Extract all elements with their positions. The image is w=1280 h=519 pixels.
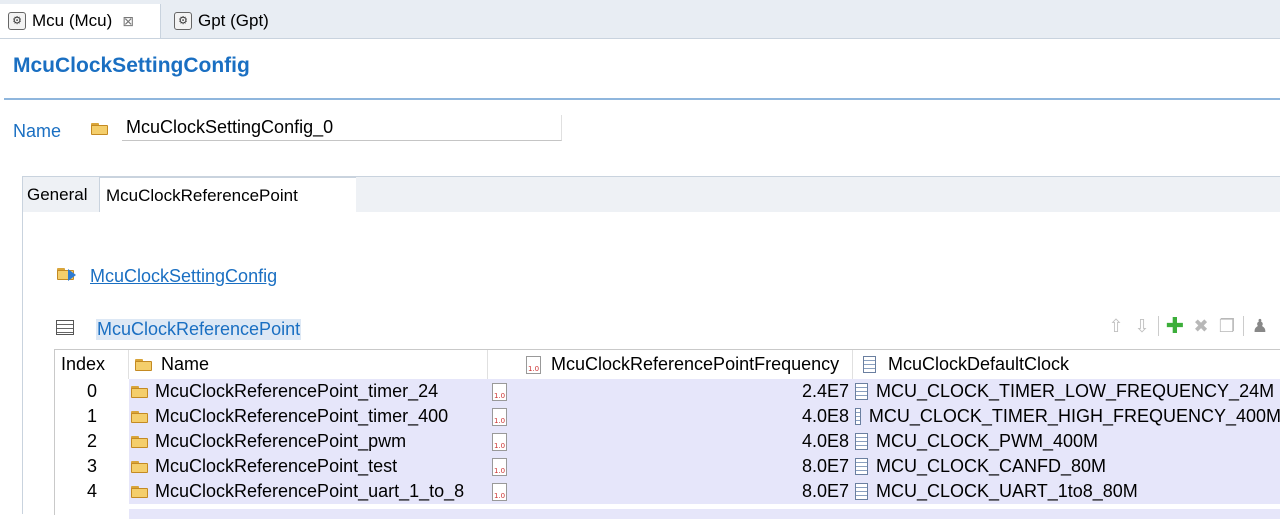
settings-icon: ⚙ (174, 12, 192, 30)
row-index: 0 (55, 379, 129, 404)
move-up-icon[interactable]: ⇧ (1106, 315, 1126, 337)
reference-point-table: Index Name McuClockReferencePointFrequen… (54, 349, 1280, 519)
row-frequency: 2.4E7 (801, 381, 849, 401)
toolbar-separator (1158, 316, 1159, 336)
table-row[interactable]: 0 McuClockReferencePoint_timer_24 2.4E7 … (55, 379, 1280, 404)
row-index: 4 (55, 479, 129, 504)
folder-icon (131, 410, 149, 423)
row-index: 1 (55, 404, 129, 429)
document-icon (855, 383, 868, 400)
name-field[interactable] (122, 115, 562, 141)
document-icon (855, 483, 868, 500)
row-name-cell: McuClockReferencePoint_timer_24 (129, 379, 488, 404)
column-header-index-label: Index (61, 354, 106, 374)
row-clock: MCU_CLOCK_TIMER_LOW_FREQUENCY_24M (876, 381, 1275, 401)
row-clock-cell[interactable]: MCU_CLOCK_UART_1to8_80M (853, 479, 1280, 504)
name-label: Name (13, 121, 62, 141)
move-down-icon[interactable]: ⇩ (1132, 315, 1152, 337)
editor-tab-bar: ⚙ Mcu (Mcu) ⊠ ⚙ Gpt (Gpt) (0, 0, 1280, 39)
folder-icon (91, 123, 109, 135)
copy-icon[interactable]: ❐ (1217, 315, 1237, 337)
row-name: McuClockReferencePoint_timer_400 (155, 406, 449, 426)
empty-row-area (129, 509, 1280, 519)
row-index: 3 (55, 454, 129, 479)
column-header-default-clock[interactable]: McuClockDefaultClock (853, 350, 1280, 379)
section-title: McuClockReferencePoint (96, 319, 302, 340)
user-add-icon[interactable]: ♟ (1250, 315, 1270, 337)
numeric-field-icon (492, 408, 507, 426)
row-clock-cell[interactable]: MCU_CLOCK_CANFD_80M (853, 454, 1280, 479)
row-frequency-cell[interactable]: 4.0E8 (488, 429, 853, 454)
numeric-field-icon (526, 355, 541, 374)
document-icon (855, 458, 868, 475)
table-row[interactable]: 3 McuClockReferencePoint_test 8.0E7 MCU_… (55, 454, 1280, 479)
navigate-arrow-icon (68, 269, 76, 281)
editor-tab-mcu[interactable]: ⚙ Mcu (Mcu) ⊠ (0, 4, 161, 38)
column-header-index[interactable]: Index (55, 350, 129, 379)
row-name: McuClockReferencePoint_pwm (155, 431, 407, 451)
row-index: 2 (55, 429, 129, 454)
column-header-name[interactable]: Name (129, 350, 488, 379)
folder-icon (131, 435, 149, 448)
row-name: McuClockReferencePoint_test (155, 456, 398, 476)
numeric-field-icon (492, 483, 507, 501)
row-frequency-cell[interactable]: 4.0E8 (488, 404, 853, 429)
row-clock: MCU_CLOCK_CANFD_80M (876, 456, 1107, 476)
parent-link[interactable]: McuClockSettingConfig (90, 266, 277, 287)
page-title: McuClockSettingConfig (13, 54, 250, 77)
toolbar-separator (1243, 316, 1244, 336)
row-frequency-cell[interactable]: 8.0E7 (488, 454, 853, 479)
row-clock: MCU_CLOCK_TIMER_HIGH_FREQUENCY_400M (868, 406, 1280, 426)
row-clock-cell[interactable]: MCU_CLOCK_TIMER_HIGH_FREQUENCY_400M (853, 404, 1280, 429)
row-name-cell: McuClockReferencePoint_pwm (129, 429, 488, 454)
folder-icon (131, 460, 149, 473)
document-icon (855, 408, 861, 425)
editor-tab-mcu-label: Mcu (Mcu) (32, 11, 113, 30)
row-name-cell: McuClockReferencePoint_timer_400 (129, 404, 488, 429)
column-header-frequency-label: McuClockReferencePointFrequency (551, 354, 840, 374)
row-frequency: 8.0E7 (801, 456, 849, 476)
row-clock-cell[interactable]: MCU_CLOCK_PWM_400M (853, 429, 1280, 454)
table-toolbar: ⇧ ⇩ ✚ ✖ ❐ ♟ (1106, 313, 1270, 338)
row-clock: MCU_CLOCK_PWM_400M (876, 431, 1099, 451)
row-name-cell: McuClockReferencePoint_uart_1_to_8 (129, 479, 488, 504)
tab-mcu-clock-reference-point-label: McuClockReferencePoint (106, 186, 298, 205)
close-icon[interactable]: ⊠ (122, 13, 134, 30)
row-frequency: 4.0E8 (801, 406, 849, 426)
numeric-field-icon (492, 383, 507, 401)
column-header-name-label: Name (161, 354, 210, 374)
table-row[interactable]: 1 McuClockReferencePoint_timer_400 4.0E8… (55, 404, 1280, 429)
row-clock-cell[interactable]: MCU_CLOCK_TIMER_LOW_FREQUENCY_24M (853, 379, 1280, 404)
row-name: McuClockReferencePoint_timer_24 (155, 381, 439, 401)
row-name: McuClockReferencePoint_uart_1_to_8 (155, 481, 465, 501)
document-icon (855, 433, 868, 450)
add-icon[interactable]: ✚ (1165, 313, 1185, 338)
tab-general[interactable]: General (27, 177, 87, 213)
table-row[interactable]: 4 McuClockReferencePoint_uart_1_to_8 8.0… (55, 479, 1280, 504)
editor-tab-gpt-label: Gpt (Gpt) (198, 11, 269, 30)
row-frequency: 8.0E7 (801, 481, 849, 501)
row-frequency-cell[interactable]: 2.4E7 (488, 379, 853, 404)
row-clock: MCU_CLOCK_UART_1to8_80M (876, 481, 1138, 501)
row-name-cell: McuClockReferencePoint_test (129, 454, 488, 479)
document-icon (863, 356, 876, 373)
tab-general-label: General (27, 185, 88, 204)
table-icon (56, 320, 74, 335)
folder-icon (131, 485, 149, 498)
section-tab-bar: General McuClockReferencePoint (22, 176, 1280, 214)
column-header-frequency[interactable]: McuClockReferencePointFrequency (488, 350, 853, 379)
editor-tab-gpt[interactable]: ⚙ Gpt (Gpt) (166, 4, 269, 38)
row-frequency-cell[interactable]: 8.0E7 (488, 479, 853, 504)
title-divider (4, 98, 1280, 100)
delete-icon[interactable]: ✖ (1191, 315, 1211, 337)
folder-icon (135, 358, 153, 371)
folder-icon (131, 385, 149, 398)
column-header-default-clock-label: McuClockDefaultClock (888, 354, 1070, 374)
table-row[interactable]: 2 McuClockReferencePoint_pwm 4.0E8 MCU_C… (55, 429, 1280, 454)
settings-icon: ⚙ (8, 12, 26, 30)
numeric-field-icon (492, 433, 507, 451)
tab-mcu-clock-reference-point[interactable]: McuClockReferencePoint (99, 177, 356, 214)
numeric-field-icon (492, 458, 507, 476)
row-frequency: 4.0E8 (801, 431, 849, 451)
